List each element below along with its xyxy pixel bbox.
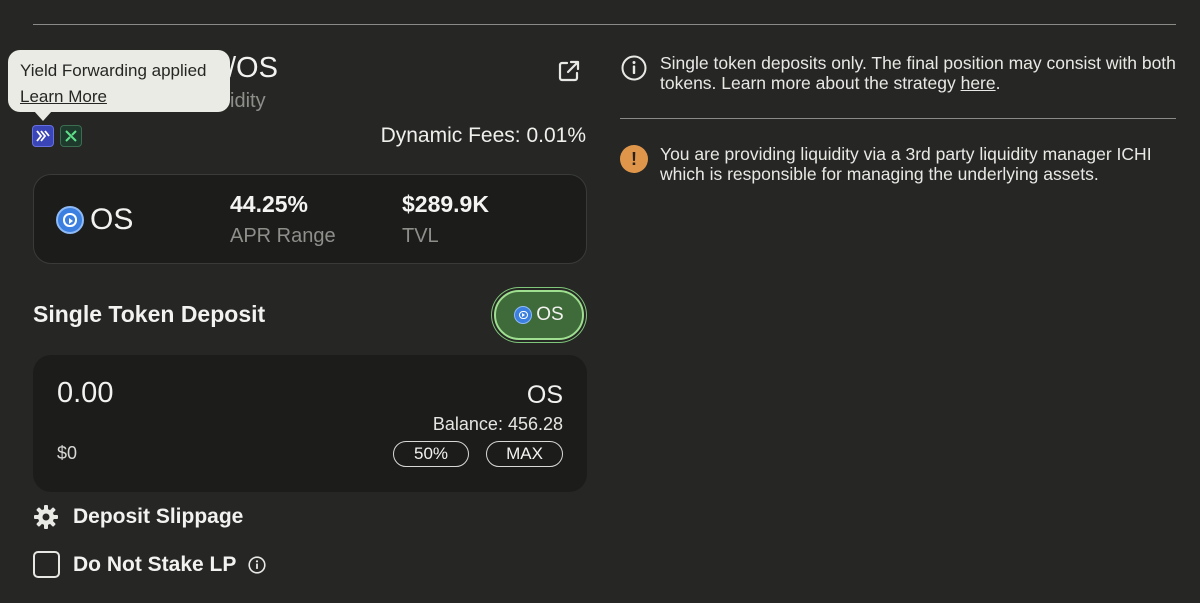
half-button[interactable]: 50% — [393, 441, 469, 467]
pool-title: /OS — [228, 52, 278, 84]
apr-label: APR Range — [230, 225, 336, 247]
tvl-value: $289.9K — [402, 191, 489, 217]
deposit-slippage-label: Deposit Slippage — [73, 505, 244, 528]
pool-subtitle: idity — [230, 90, 266, 112]
section-title: Single Token Deposit — [33, 301, 266, 327]
single-token-notice-text: Single token deposits only. The final po… — [660, 53, 1176, 93]
learn-more-link[interactable]: Learn More — [20, 84, 218, 110]
single-token-suffix: . — [995, 73, 1001, 93]
info-icon — [621, 55, 647, 81]
strategy-here-link[interactable]: here — [961, 73, 996, 93]
deposit-slippage-toggle[interactable]: Deposit Slippage — [33, 504, 243, 530]
max-button[interactable]: MAX — [486, 441, 563, 467]
deposit-card: $0 OS Balance: 456.28 50% MAX — [33, 355, 587, 492]
dex-icon[interactable] — [60, 125, 82, 147]
single-token-text: Single token deposits only. The final po… — [660, 53, 1176, 93]
right-divider — [620, 118, 1176, 119]
os-token-icon — [514, 306, 533, 324]
do-not-stake-row: Do Not Stake LP — [33, 551, 266, 578]
single-token-notice: Single token deposits only. The final po… — [620, 53, 1176, 93]
token-selector-label: OS — [536, 304, 564, 325]
pool-stats-card: OS 44.25% APR Range $289.9K TVL — [33, 174, 587, 264]
dynamic-fees: Dynamic Fees: 0.01% — [380, 124, 586, 147]
amount-input[interactable] — [57, 377, 307, 410]
top-divider — [33, 24, 1176, 25]
os-token-icon — [56, 206, 84, 234]
gear-icon — [34, 505, 58, 529]
info-icon[interactable] — [248, 555, 266, 574]
tooltip-title: Yield Forwarding applied — [20, 61, 207, 80]
tooltip-arrow — [34, 111, 52, 121]
stats-token-name: OS — [90, 203, 134, 236]
stats-token: OS — [56, 203, 133, 237]
external-link-icon[interactable] — [556, 58, 582, 84]
deposit-token-label: OS — [526, 381, 563, 409]
tvl-label: TVL — [402, 225, 439, 247]
usd-value: $0 — [57, 443, 78, 463]
liquidity-manager-text: You are providing liquidity via a 3rd pa… — [660, 144, 1152, 184]
token-selector-button[interactable]: OS — [494, 290, 584, 340]
apr-value: 44.25% — [230, 191, 309, 217]
liquidity-manager-notice: ! You are providing liquidity via a 3rd … — [620, 144, 1176, 184]
do-not-stake-checkbox[interactable] — [33, 551, 60, 578]
yield-forwarding-tooltip: Yield Forwarding applied Learn More — [8, 50, 230, 112]
do-not-stake-label: Do Not Stake LP — [73, 552, 237, 576]
balance-label: Balance: 456.28 — [432, 414, 563, 434]
yield-forwarding-icon[interactable] — [32, 125, 54, 147]
warning-icon: ! — [620, 145, 648, 173]
